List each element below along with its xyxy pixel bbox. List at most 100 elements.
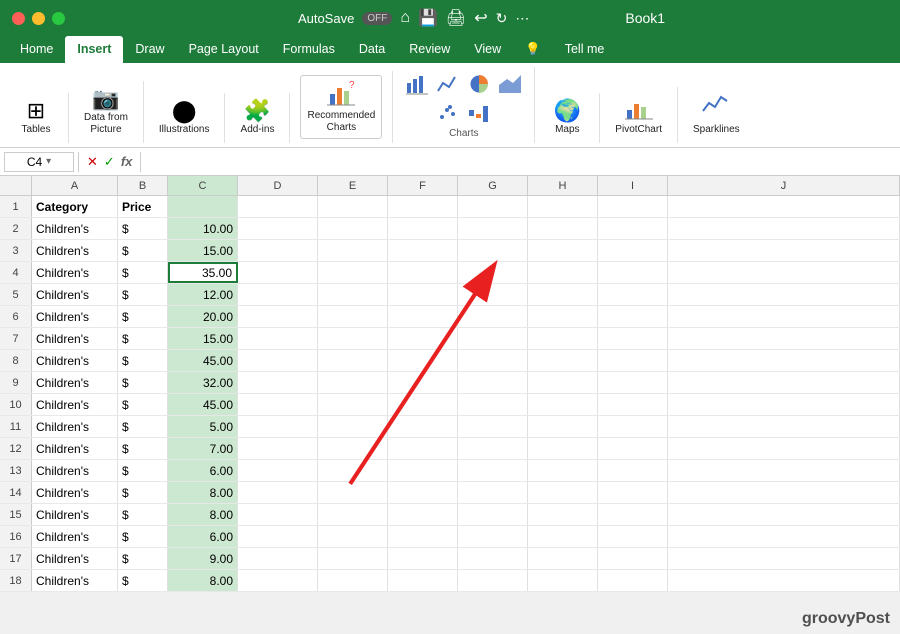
cell-c12[interactable]: 7.00 (168, 438, 238, 459)
confirm-icon[interactable]: ✓ (104, 154, 115, 170)
cell-empty[interactable] (318, 504, 388, 525)
cell-c3[interactable]: 15.00 (168, 240, 238, 261)
cell-empty[interactable] (388, 328, 458, 349)
cell-empty[interactable] (528, 372, 598, 393)
cell-empty[interactable] (528, 218, 598, 239)
cell-empty[interactable] (238, 394, 318, 415)
cell-empty[interactable] (458, 218, 528, 239)
cell-empty[interactable] (458, 350, 528, 371)
cell-a16[interactable]: Children's (32, 526, 118, 547)
cell-empty[interactable] (668, 240, 900, 261)
cell-a3[interactable]: Children's (32, 240, 118, 261)
cell-empty[interactable] (388, 350, 458, 371)
cell-empty[interactable] (528, 306, 598, 327)
cell-b18[interactable]: $ (118, 570, 168, 591)
cell-c9[interactable]: 32.00 (168, 372, 238, 393)
cell-empty[interactable] (528, 570, 598, 591)
cell-empty[interactable] (388, 438, 458, 459)
cell-empty[interactable] (318, 196, 388, 217)
cell-empty[interactable] (598, 416, 668, 437)
cell-empty[interactable] (528, 460, 598, 481)
close-button[interactable] (12, 12, 25, 25)
cell-empty[interactable] (668, 284, 900, 305)
cell-empty[interactable] (238, 196, 318, 217)
cell-empty[interactable] (238, 218, 318, 239)
cell-empty[interactable] (388, 570, 458, 591)
cell-a18[interactable]: Children's (32, 570, 118, 591)
cell-empty[interactable] (388, 306, 458, 327)
cell-empty[interactable] (528, 548, 598, 569)
cell-b7[interactable]: $ (118, 328, 168, 349)
cell-empty[interactable] (458, 416, 528, 437)
scatter-chart-button[interactable] (434, 100, 462, 126)
cell-empty[interactable] (598, 482, 668, 503)
cell-empty[interactable] (388, 218, 458, 239)
cell-empty[interactable] (388, 240, 458, 261)
cell-empty[interactable] (318, 240, 388, 261)
cell-a14[interactable]: Children's (32, 482, 118, 503)
cell-empty[interactable] (388, 416, 458, 437)
cell-c5[interactable]: 12.00 (168, 284, 238, 305)
cell-empty[interactable] (528, 526, 598, 547)
cell-c4[interactable]: 35.00 (168, 262, 238, 283)
cell-empty[interactable] (238, 548, 318, 569)
area-chart-button[interactable] (496, 71, 524, 97)
cell-empty[interactable] (238, 372, 318, 393)
cell-c17[interactable]: 9.00 (168, 548, 238, 569)
cell-empty[interactable] (318, 526, 388, 547)
cell-empty[interactable] (528, 438, 598, 459)
cell-empty[interactable] (598, 196, 668, 217)
cell-empty[interactable] (668, 328, 900, 349)
cell-empty[interactable] (458, 570, 528, 591)
cell-b12[interactable]: $ (118, 438, 168, 459)
cell-empty[interactable] (528, 416, 598, 437)
cell-empty[interactable] (318, 262, 388, 283)
cell-a2[interactable]: Children's (32, 218, 118, 239)
pie-chart-button[interactable] (465, 71, 493, 97)
cell-empty[interactable] (388, 504, 458, 525)
cell-empty[interactable] (668, 218, 900, 239)
cell-empty[interactable] (668, 548, 900, 569)
cell-empty[interactable] (318, 328, 388, 349)
cell-empty[interactable] (388, 284, 458, 305)
cell-empty[interactable] (238, 482, 318, 503)
cell-c2[interactable]: 10.00 (168, 218, 238, 239)
cell-empty[interactable] (528, 504, 598, 525)
cell-empty[interactable] (668, 394, 900, 415)
tab-data[interactable]: Data (347, 36, 397, 63)
cell-c18[interactable]: 8.00 (168, 570, 238, 591)
maximize-button[interactable] (52, 12, 65, 25)
cell-empty[interactable] (458, 460, 528, 481)
cell-c11[interactable]: 5.00 (168, 416, 238, 437)
cell-empty[interactable] (388, 482, 458, 503)
cell-c1[interactable] (168, 196, 238, 217)
cell-empty[interactable] (318, 394, 388, 415)
cell-empty[interactable] (318, 438, 388, 459)
cell-empty[interactable] (458, 504, 528, 525)
cell-empty[interactable] (458, 372, 528, 393)
cell-empty[interactable] (238, 262, 318, 283)
cell-empty[interactable] (388, 196, 458, 217)
cancel-icon[interactable]: ✕ (87, 154, 98, 170)
cell-empty[interactable] (318, 416, 388, 437)
cell-a17[interactable]: Children's (32, 548, 118, 569)
line-chart-button[interactable] (434, 71, 462, 97)
cell-empty[interactable] (528, 350, 598, 371)
tab-formulas[interactable]: Formulas (271, 36, 347, 63)
cell-a7[interactable]: Children's (32, 328, 118, 349)
cell-b17[interactable]: $ (118, 548, 168, 569)
data-from-picture-button[interactable]: 📷 Data fromPicture (79, 85, 133, 139)
minimize-button[interactable] (32, 12, 45, 25)
cell-empty[interactable] (318, 460, 388, 481)
tab-home[interactable]: Home (8, 36, 65, 63)
cell-b9[interactable]: $ (118, 372, 168, 393)
tab-view[interactable]: View (462, 36, 513, 63)
cell-c15[interactable]: 8.00 (168, 504, 238, 525)
cell-a4[interactable]: Children's (32, 262, 118, 283)
formula-input[interactable] (145, 153, 896, 171)
cell-b11[interactable]: $ (118, 416, 168, 437)
cell-empty[interactable] (528, 328, 598, 349)
cell-empty[interactable] (458, 196, 528, 217)
cell-empty[interactable] (318, 482, 388, 503)
bar-chart-button[interactable] (403, 71, 431, 97)
